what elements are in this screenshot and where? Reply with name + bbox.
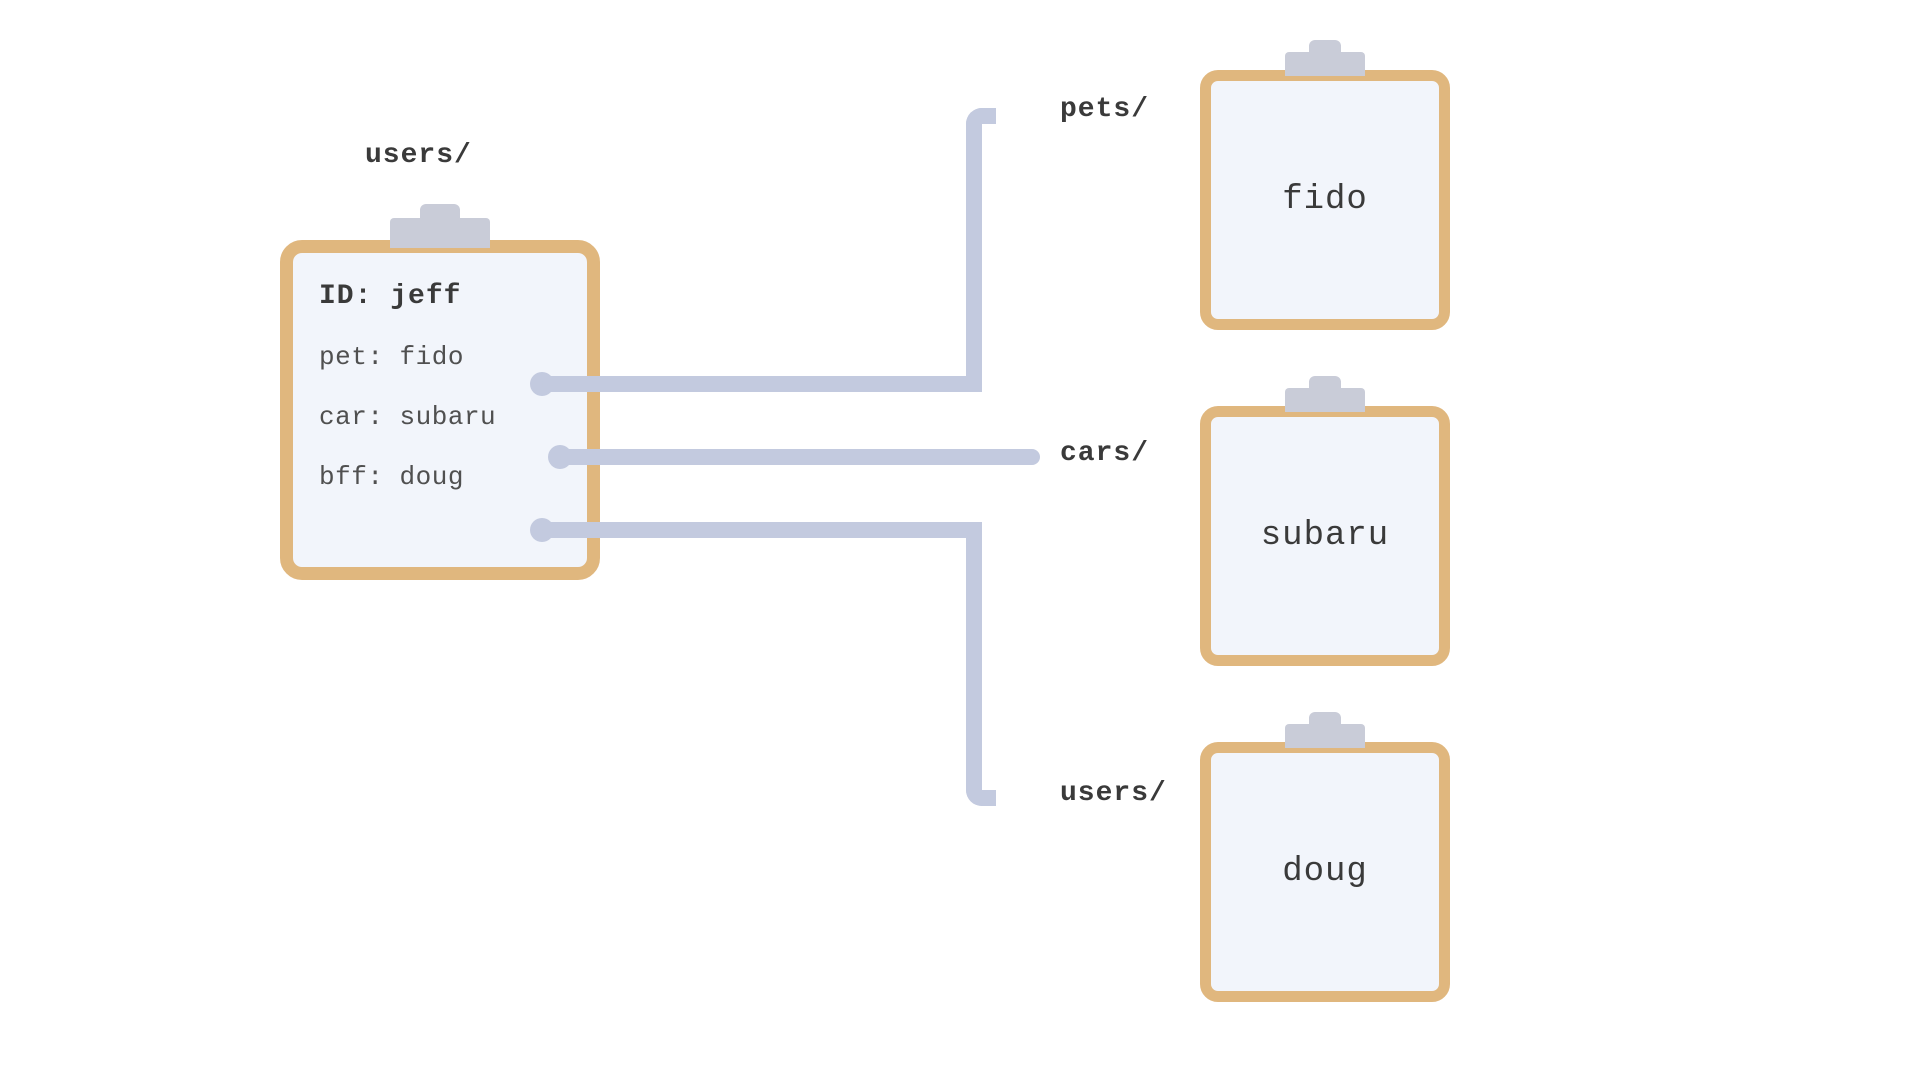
clipboard-clip-icon [390, 218, 490, 248]
target-document-board: fido [1200, 70, 1450, 330]
connector-bracket [966, 522, 996, 806]
target-document-value: doug [1282, 853, 1368, 891]
document-field: bff: doug [319, 462, 561, 492]
field-key: bff [319, 462, 367, 492]
connector-line [542, 376, 982, 392]
field-value: doug [400, 462, 464, 492]
clipboard-clip-icon [1285, 724, 1365, 748]
connector-bracket [966, 108, 996, 392]
target-collection-label: users/ [1060, 778, 1167, 809]
connector-line [542, 522, 982, 538]
target-document-board: subaru [1200, 406, 1450, 666]
clipboard-clip-icon [1285, 52, 1365, 76]
clipboard-clip-icon [1285, 388, 1365, 412]
target-document-board: doug [1200, 742, 1450, 1002]
target-document-value: subaru [1261, 517, 1389, 555]
field-value: subaru [400, 402, 497, 432]
connector-line [560, 449, 1040, 465]
document-id: ID: jeff [319, 281, 561, 312]
target-document-clipboard: fido [1200, 70, 1450, 330]
field-value: fido [400, 342, 464, 372]
target-document-clipboard: doug [1200, 742, 1450, 1002]
target-collection-label: cars/ [1060, 438, 1149, 469]
field-key: car [319, 402, 367, 432]
db-reference-diagram: users/ ID: jeff pet: fido car: subaru bf… [190, 50, 1730, 1030]
target-collection-label: pets/ [1060, 94, 1149, 125]
target-document-clipboard: subaru [1200, 406, 1450, 666]
document-field: car: subaru [319, 402, 561, 432]
source-collection-label: users/ [365, 140, 472, 171]
document-field: pet: fido [319, 342, 561, 372]
target-document-value: fido [1282, 181, 1368, 219]
field-key: pet [319, 342, 367, 372]
